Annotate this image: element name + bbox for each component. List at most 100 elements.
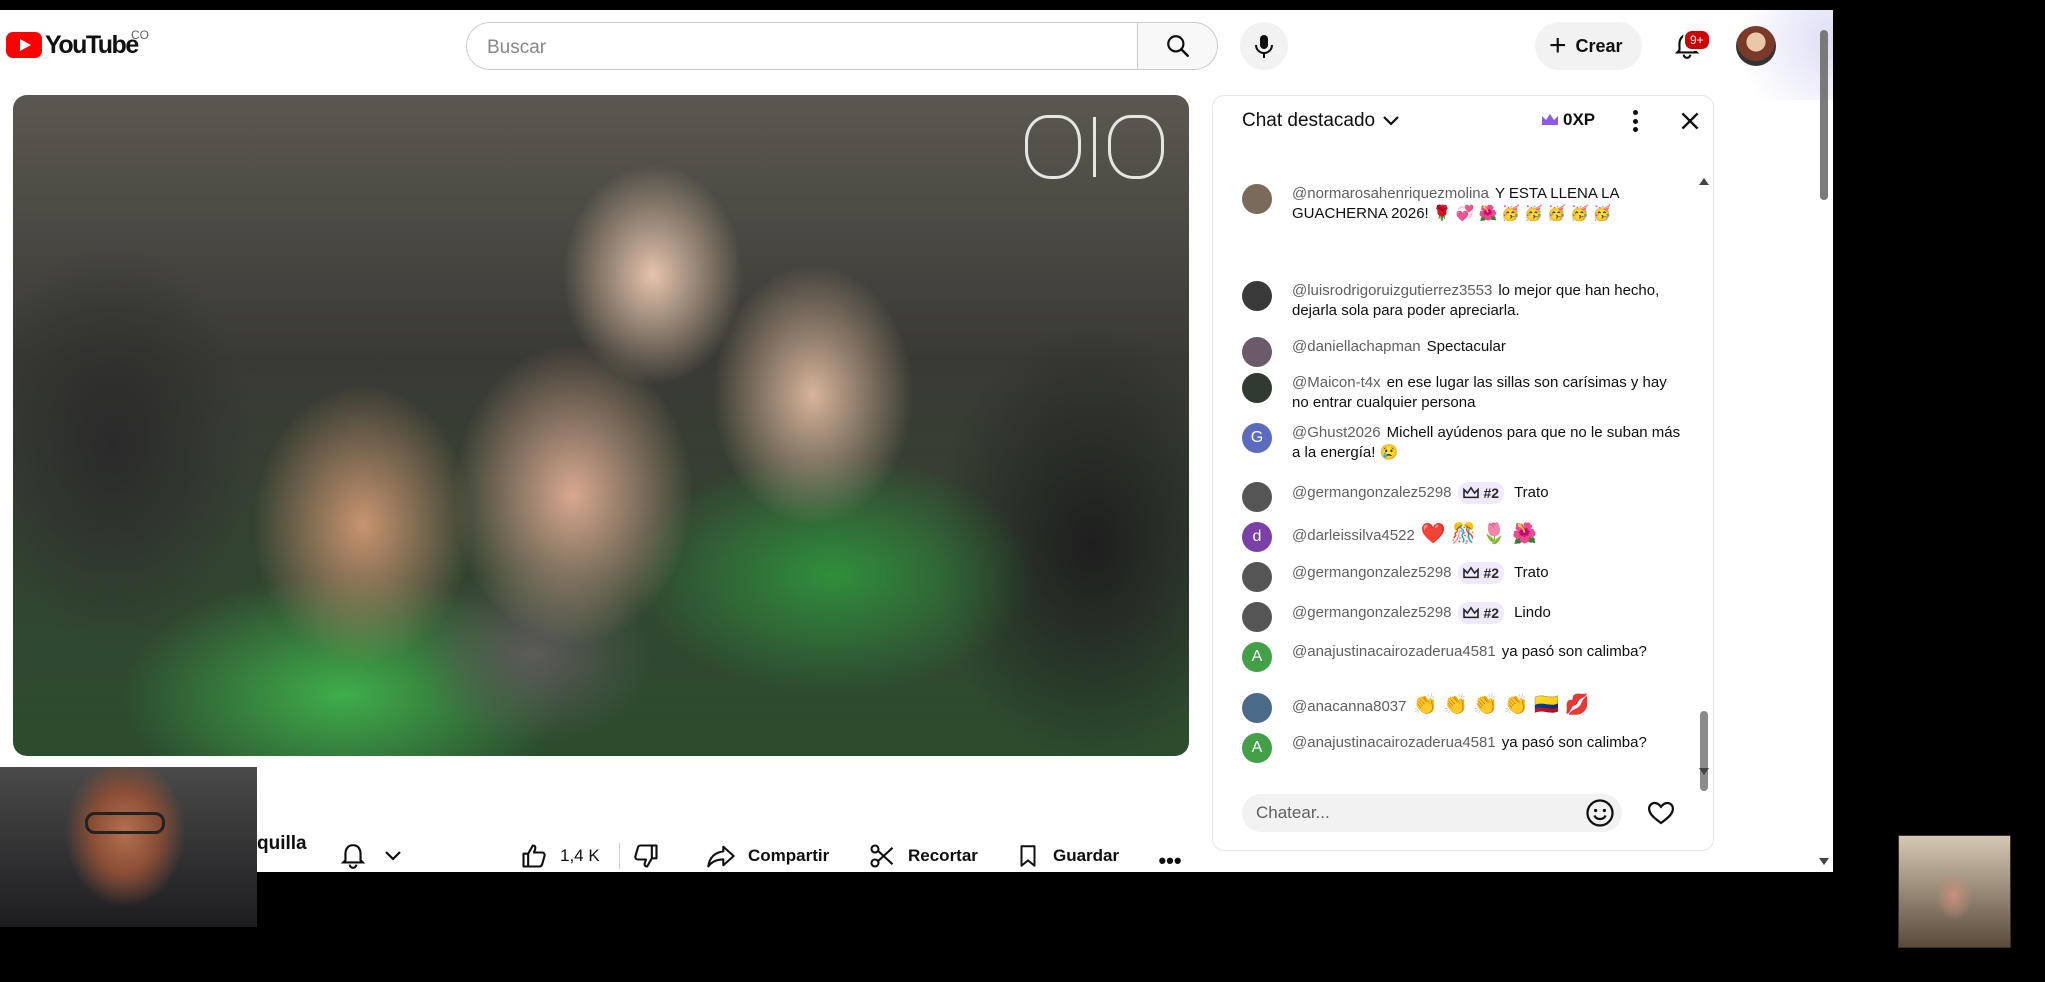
emoji-icon[interactable] [1585, 798, 1615, 828]
crown-icon [1542, 114, 1558, 125]
chat-scroll-down-arrow[interactable] [1699, 768, 1709, 775]
chat-input[interactable]: Chatear... [1242, 794, 1622, 832]
chat-menu-button[interactable] [1623, 108, 1647, 134]
chat-author[interactable]: @anajustinacairozaderua4581 [1292, 643, 1496, 660]
crown-outline-icon [1462, 606, 1479, 619]
voice-search-button[interactable] [1240, 22, 1288, 70]
bull-crest-icon [1108, 115, 1164, 179]
subscription-bell-button[interactable] [330, 835, 414, 872]
close-icon[interactable] [1677, 108, 1703, 134]
microphone-icon [1255, 35, 1273, 58]
rank-badge: #2 [1457, 562, 1505, 584]
chat-author[interactable]: @Ghust2026 [1292, 424, 1381, 441]
chat-text: Lindo [1514, 603, 1551, 621]
share-button[interactable]: Compartir [706, 835, 830, 872]
chevron-down-icon [385, 851, 401, 861]
chat-avatar [1242, 337, 1272, 367]
thumbs-down-icon [634, 844, 658, 868]
chat-scroll-up-arrow[interactable] [1699, 178, 1709, 185]
clip-button[interactable]: Recortar [868, 835, 978, 872]
crown-outline-icon [1462, 566, 1479, 579]
chat-scrollbar[interactable] [1700, 711, 1708, 791]
chat-avatar [1242, 562, 1272, 592]
like-count: 1,4 K [560, 846, 600, 865]
chat-author[interactable]: @germangonzalez5298 [1292, 484, 1452, 501]
chat-author[interactable]: @germangonzalez5298 [1292, 604, 1452, 621]
rank-value: #2 [1483, 605, 1500, 621]
xp-badge[interactable]: 0XP [1540, 110, 1595, 130]
chat-author[interactable]: @anacanna8037 [1292, 698, 1407, 715]
create-button[interactable]: + Crear [1535, 22, 1642, 70]
search-icon [1166, 35, 1189, 57]
chat-mode-selector[interactable]: Chat destacado [1242, 110, 1400, 132]
chat-avatar [1242, 281, 1272, 311]
thumbs-up-icon [522, 844, 546, 868]
youtube-play-icon [6, 32, 42, 58]
account-avatar[interactable] [1736, 26, 1776, 66]
xp-value: 0XP [1563, 110, 1596, 129]
country-code: CO [131, 28, 149, 42]
crown-outline-icon [1462, 486, 1479, 499]
save-label: Guardar [1053, 846, 1120, 865]
chat-avatar: A [1242, 642, 1272, 672]
live-chat-panel: Chat destacado 0XP @normarosahenriquezmo… [1212, 95, 1714, 851]
youtube-window: YouTube CO Buscar + Crear 9+ quilla 1,4 … [0, 10, 1833, 872]
page-scrollbar[interactable] [1820, 30, 1828, 200]
chat-avatar [1242, 693, 1272, 723]
like-button[interactable]: 1,4 K [520, 835, 600, 872]
more-actions-button[interactable]: ••• [1153, 840, 1187, 872]
menu-dot [1632, 118, 1638, 124]
chat-avatar: G [1242, 423, 1272, 453]
chat-author[interactable]: @anajustinacairozaderua4581 [1292, 734, 1496, 751]
chat-title: Chat destacado [1242, 110, 1376, 131]
search-input[interactable]: Buscar [466, 22, 1138, 70]
chevron-down-icon [1383, 116, 1399, 126]
search-button[interactable] [1138, 22, 1218, 70]
chat-text: Trato [1514, 483, 1549, 501]
chat-avatar [1242, 373, 1272, 403]
crest-icon [1025, 115, 1081, 179]
chat-author[interactable]: @Maicon-t4x [1292, 374, 1381, 391]
rank-badge: #2 [1457, 482, 1505, 504]
chat-author[interactable]: @luisrodrigoruizgutierrez3553 [1292, 282, 1492, 299]
glasses-shape [85, 812, 165, 834]
save-button[interactable]: Guardar [1015, 835, 1120, 872]
heart-icon[interactable] [1646, 798, 1676, 828]
chat-avatar [1242, 602, 1272, 632]
menu-dot [1632, 127, 1638, 132]
channel-name[interactable]: quilla [257, 833, 307, 855]
chat-header: Chat destacado 0XP [1213, 96, 1713, 144]
chat-author[interactable]: @normarosahenriquezmolina [1292, 185, 1489, 202]
more-dots-icon: ••• [1158, 848, 1182, 872]
chat-input-placeholder: Chatear... [1256, 803, 1330, 822]
like-dislike-divider [619, 843, 620, 869]
chat-text: ya pasó son calimba? [1501, 734, 1647, 751]
video-watermark [1025, 115, 1164, 179]
rank-value: #2 [1483, 485, 1500, 501]
chat-author[interactable]: @germangonzalez5298 [1292, 564, 1452, 581]
video-player[interactable] [13, 95, 1189, 756]
rank-badge: #2 [1457, 602, 1505, 624]
chat-avatar [1242, 482, 1272, 512]
menu-dot [1632, 110, 1638, 115]
screen: YouTube CO Buscar + Crear 9+ quilla 1,4 … [0, 0, 2045, 982]
dislike-button[interactable] [632, 835, 660, 872]
logo-text: YouTube [45, 30, 139, 59]
chat-avatar [1242, 184, 1272, 214]
chat-author[interactable]: @daniellachapman [1292, 338, 1421, 355]
chat-input-row: Chatear... [1213, 784, 1713, 844]
watermark-divider [1093, 117, 1096, 177]
rank-value: #2 [1483, 565, 1500, 581]
chat-avatar: d [1242, 522, 1272, 552]
chat-text: ❤️ 🎊 🌷 🌺 [1420, 523, 1538, 545]
chat-text: ya pasó son calimba? [1501, 643, 1647, 660]
chat-text: Trato [1514, 563, 1549, 581]
chat-author[interactable]: @darleissilva4522 [1292, 527, 1415, 544]
youtube-logo[interactable]: YouTube CO [6, 28, 149, 59]
bookmark-icon [1020, 845, 1036, 867]
chat-message-list[interactable]: @normarosahenriquezmolina Y ESTA LLENA LA… [1213, 144, 1713, 774]
chat-text: Spectacular [1426, 338, 1506, 355]
notification-badge: 9+ [1683, 29, 1711, 51]
page-scroll-down-arrow[interactable] [1819, 858, 1829, 865]
scissors-icon [870, 844, 894, 868]
